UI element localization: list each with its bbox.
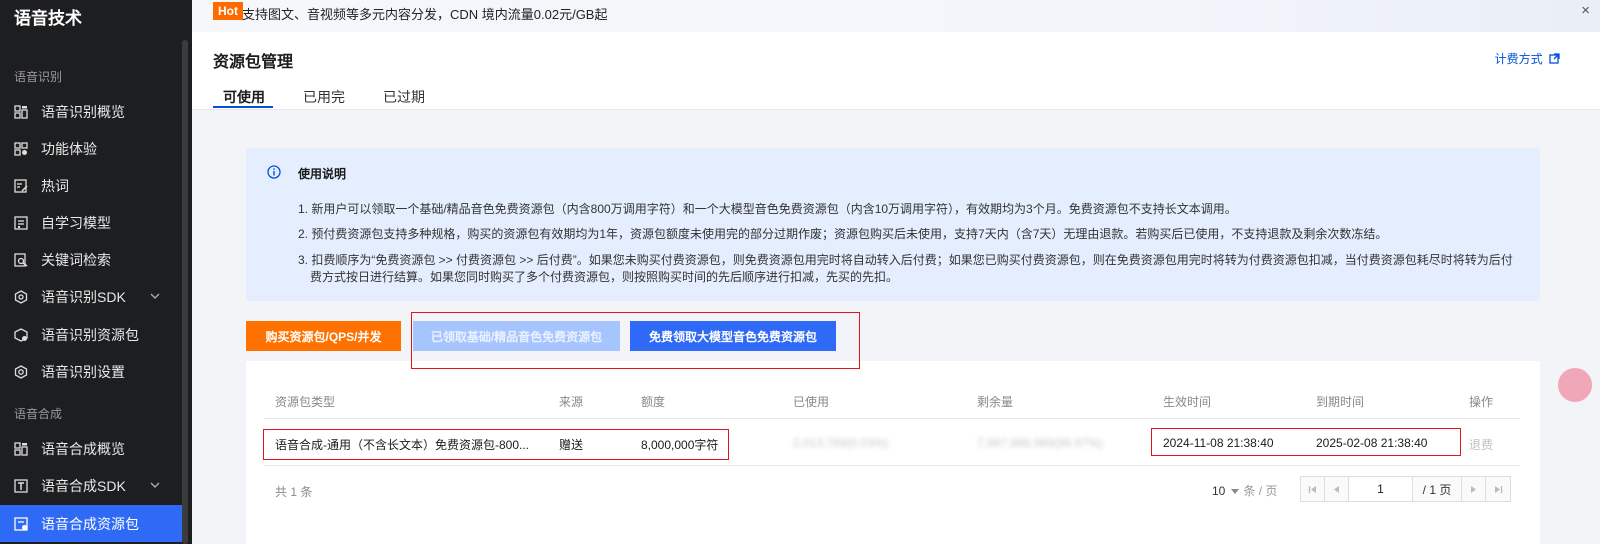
cell-remaining: 7,997,986,989(99.97%): [977, 436, 1103, 450]
grid-icon: [14, 104, 28, 119]
chevron-down-icon: [150, 482, 160, 488]
search-doc-icon: [14, 252, 28, 267]
page-number-input[interactable]: 1: [1349, 477, 1413, 501]
usage-notice: 使用说明 1. 新用户可以领取一个基础/精品音色免费资源包（内含800万调用字符…: [246, 148, 1540, 301]
sidebar-section-tts: 语音合成: [14, 407, 63, 421]
notice-line: 2. 预付费资源包支持多种规格，购买的资源包有效期均为1年，资源包额度未使用完的…: [298, 227, 1388, 241]
sidebar-item-label: 热词: [41, 177, 69, 194]
sidebar-item-label: 功能体验: [41, 140, 97, 157]
sidebar-item-asr-overview[interactable]: 语音识别概览: [0, 93, 182, 130]
column-header: 操作: [1469, 395, 1494, 409]
sidebar-item-hotwords[interactable]: 热词: [0, 167, 182, 204]
grid-icon: [14, 441, 28, 456]
edit-list-icon: [14, 178, 28, 193]
hot-badge: Hot: [213, 2, 243, 20]
tab-active-indicator: [213, 106, 273, 108]
column-header: 来源: [559, 395, 584, 409]
last-page-icon[interactable]: [1486, 477, 1510, 501]
sidebar-item-label: 自学习模型: [41, 214, 111, 231]
sidebar-item-tts-overview[interactable]: 语音合成概览: [0, 430, 182, 467]
sidebar-item-asr-sdk[interactable]: 语音识别SDK: [0, 278, 182, 315]
buy-package-button[interactable]: 购买资源包/QPS/并发: [246, 321, 401, 351]
sidebar-item-tts-sdk[interactable]: 语音合成SDK: [0, 467, 182, 504]
sidebar-item-label: 语音合成资源包: [41, 515, 139, 532]
page-size-unit: 条 / 页: [1243, 484, 1278, 498]
tab-used-up[interactable]: 已用完: [303, 87, 345, 107]
page-header: 资源包管理 计费方式 可使用 已用完 已过期: [192, 32, 1600, 110]
caret-down-icon: [1231, 488, 1240, 494]
puzzle-icon: [14, 141, 28, 156]
refund-link[interactable]: 退费: [1469, 436, 1493, 453]
sidebar-section-asr: 语音识别: [14, 70, 63, 84]
column-header: 已使用: [793, 395, 830, 409]
sidebar-item-label: 语音识别资源包: [41, 326, 139, 343]
sidebar-item-label: 语音识别概览: [41, 103, 125, 120]
hexagon-icon: [14, 289, 28, 304]
sidebar-scrollbar[interactable]: [182, 40, 188, 544]
sidebar-item-asr-settings[interactable]: 语音识别设置: [0, 353, 182, 390]
sidebar-item-label: 语音合成概览: [41, 440, 125, 457]
page-title: 资源包管理: [213, 54, 294, 71]
page-size-select[interactable]: 10 条 / 页: [1212, 482, 1277, 499]
highlight-box-package: [263, 429, 729, 460]
highlight-box-buttons: [411, 312, 860, 369]
prev-page-icon[interactable]: [1325, 477, 1349, 501]
notice-line: 费方式按日进行结算。如果您同时购买了多个付费资源包，则按照购买时间的先后顺序进行…: [310, 270, 899, 284]
tab-available[interactable]: 可使用: [223, 87, 265, 107]
settings-icon: [14, 364, 28, 379]
tab-expired[interactable]: 已过期: [383, 87, 425, 107]
next-page-icon[interactable]: [1462, 477, 1486, 501]
package-icon: [14, 327, 28, 342]
page-size-value: 10: [1212, 484, 1226, 498]
promo-banner: Hot 支持图文、音视频等多元内容分发，CDN 境内流量0.02元/GB起 ×: [192, 0, 1600, 32]
column-header: 生效时间: [1163, 395, 1212, 409]
sidebar-item-label: 语音识别SDK: [41, 288, 126, 305]
total-count: 共 1 条: [275, 485, 313, 499]
sidebar-item-keyword-search[interactable]: 关键词检索: [0, 241, 182, 278]
column-header: 到期时间: [1316, 395, 1365, 409]
column-header: 剩余量: [977, 395, 1014, 409]
notice-line: 1. 新用户可以领取一个基础/精品音色免费资源包（内含800万调用字符）和一个大…: [298, 202, 1237, 216]
table-row-divider: [264, 465, 1520, 466]
notice-line: 3. 扣费顺序为“免费资源包 >> 付费资源包 >> 后付费”。如果您未购买付费…: [298, 253, 1513, 267]
pricing-link-label: 计费方式: [1494, 52, 1543, 66]
column-header: 额度: [641, 395, 666, 409]
notice-title: 使用说明: [298, 167, 347, 181]
text-box-icon: [14, 478, 28, 493]
document-icon: [14, 215, 28, 230]
pricing-link[interactable]: 计费方式: [1495, 50, 1560, 67]
first-page-icon[interactable]: [1301, 477, 1325, 501]
chevron-down-icon: [150, 293, 160, 299]
package-icon: [14, 516, 28, 531]
table-header-divider: [264, 418, 1520, 419]
pagination: 1 / 1 页: [1300, 476, 1511, 502]
sidebar-item-self-learning-model[interactable]: 自学习模型: [0, 204, 182, 241]
sidebar-item-feature-demo[interactable]: 功能体验: [0, 130, 182, 167]
column-header: 资源包类型: [275, 395, 336, 409]
sidebar-item-label: 语音合成SDK: [41, 477, 126, 494]
sidebar: 语音技术 语音识别 语音识别概览 功能体验 热词 自学习模型 关键词检索 语音识…: [0, 0, 192, 544]
sidebar-item-asr-packages[interactable]: 语音识别资源包: [0, 316, 182, 353]
sidebar-item-label: 关键词检索: [41, 251, 111, 268]
banner-text[interactable]: 支持图文、音视频等多元内容分发，CDN 境内流量0.02元/GB起: [242, 4, 607, 23]
info-icon: [267, 165, 281, 179]
close-icon[interactable]: ×: [1581, 2, 1590, 19]
sidebar-item-label: 语音识别设置: [41, 363, 125, 380]
external-link-icon: [1549, 53, 1560, 64]
highlight-box-dates: [1151, 428, 1461, 456]
floating-assistant-button[interactable]: [1558, 368, 1592, 402]
cell-used: 2,013,789(0.03%): [793, 436, 889, 450]
sidebar-item-tts-packages[interactable]: 语音合成资源包: [0, 505, 182, 542]
total-pages: / 1 页: [1413, 477, 1462, 501]
sidebar-title: 语音技术: [14, 9, 82, 28]
